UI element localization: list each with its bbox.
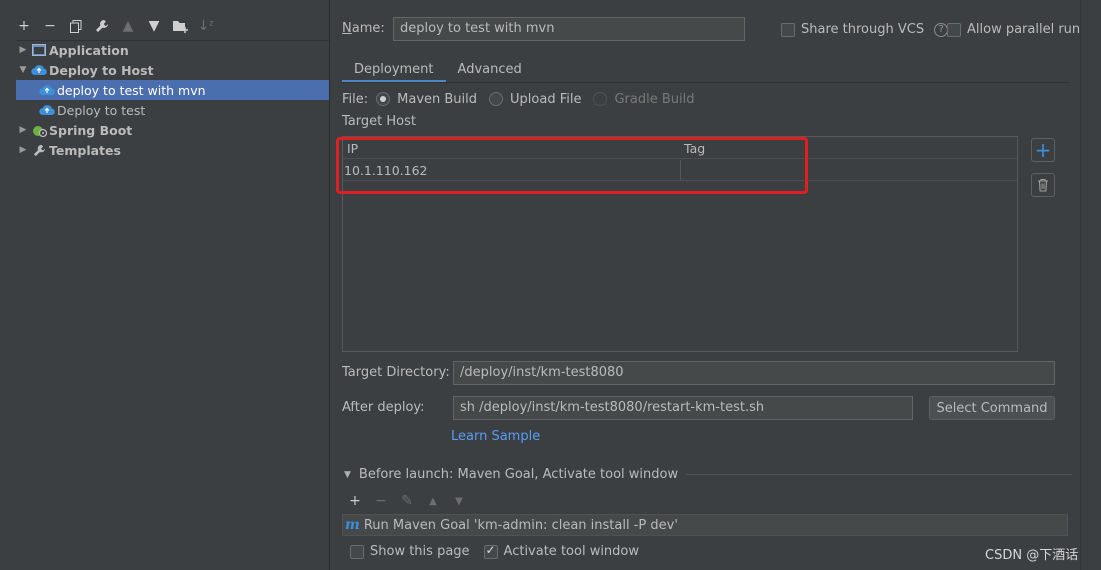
expand-arrow-icon[interactable]: ▶ bbox=[16, 145, 30, 155]
tree-label: Templates bbox=[49, 142, 121, 158]
before-launch-section[interactable]: ▼ Before launch: Maven Goal, Activate to… bbox=[344, 467, 1072, 482]
tree-item-templates[interactable]: ▶ Templates bbox=[16, 140, 329, 160]
remove-host-button[interactable] bbox=[1031, 173, 1055, 197]
file-label: File: bbox=[342, 91, 369, 107]
select-command-button[interactable]: Select Command bbox=[929, 396, 1055, 420]
show-page-label: Show this page bbox=[370, 544, 470, 559]
radio-gradle-build[interactable]: Gradle Build bbox=[593, 92, 694, 107]
before-launch-toolbar: + − ✎ ▲ ▼ bbox=[346, 492, 468, 510]
move-up-icon[interactable]: ▲ bbox=[424, 492, 442, 510]
tree-label: Application bbox=[49, 42, 129, 58]
add-host-button[interactable]: + bbox=[1031, 138, 1055, 162]
before-launch-options: Show this page Activate tool window bbox=[350, 543, 640, 559]
edit-task-icon[interactable]: ✎ bbox=[398, 492, 416, 510]
tree-item-deploy-to-test[interactable]: Deploy to test bbox=[16, 100, 329, 120]
checkbox-box[interactable] bbox=[781, 22, 795, 37]
after-deploy-label: After deploy: bbox=[342, 400, 425, 415]
tree-label: Deploy to Host bbox=[49, 62, 154, 78]
activate-window-label: Activate tool window bbox=[503, 544, 640, 559]
radio-button[interactable] bbox=[376, 92, 391, 106]
move-down-icon[interactable]: ▼ bbox=[144, 16, 164, 36]
expand-arrow-icon[interactable]: ▶ bbox=[16, 125, 30, 135]
tree-item-application[interactable]: ▶ Application bbox=[16, 40, 329, 60]
tabs-divider bbox=[342, 82, 1070, 83]
before-launch-title: Before launch: Maven Goal, Activate tool… bbox=[358, 467, 679, 482]
radio-label: Maven Build bbox=[397, 91, 478, 107]
activate-window-checkbox[interactable] bbox=[483, 543, 498, 559]
config-tabs: Deployment Advanced bbox=[342, 55, 534, 83]
section-divider bbox=[686, 474, 1072, 475]
remove-icon[interactable]: − bbox=[40, 16, 60, 36]
wrench-icon[interactable] bbox=[92, 16, 112, 36]
cloud-upload-icon bbox=[38, 102, 56, 118]
name-input[interactable]: deploy to test with mvn bbox=[393, 17, 745, 41]
cloud-upload-icon bbox=[30, 62, 48, 78]
panel-divider[interactable] bbox=[329, 0, 330, 570]
move-down-icon[interactable]: ▼ bbox=[450, 492, 468, 510]
name-label-rest: ame: bbox=[351, 21, 385, 36]
task-label: Run Maven Goal 'km-admin: clean install … bbox=[363, 517, 678, 533]
tree-label: deploy to test with mvn bbox=[57, 82, 206, 98]
tree-label: Spring Boot bbox=[49, 122, 133, 138]
after-deploy-input[interactable]: sh /deploy/inst/km-test8080/restart-km-t… bbox=[453, 396, 913, 420]
application-icon bbox=[30, 42, 48, 58]
watermark: CSDN @下酒话 bbox=[985, 548, 1079, 563]
target-directory-input[interactable]: /deploy/inst/km-test8080 bbox=[453, 361, 1055, 385]
show-page-checkbox[interactable] bbox=[350, 544, 364, 559]
right-edge bbox=[1080, 0, 1101, 570]
before-launch-task-list[interactable]: m Run Maven Goal 'km-admin: clean instal… bbox=[342, 514, 1068, 536]
name-label: Name: bbox=[342, 21, 385, 36]
radio-upload-file[interactable]: Upload File bbox=[489, 92, 581, 107]
cloud-upload-icon bbox=[38, 82, 56, 98]
help-icon[interactable]: ? bbox=[934, 22, 949, 37]
copy-icon[interactable] bbox=[66, 16, 86, 36]
learn-sample-link[interactable]: Learn Sample bbox=[451, 429, 540, 444]
run-config-tree: ▶ Application ▼ Deploy to Host deploy to… bbox=[16, 40, 329, 570]
move-up-icon[interactable]: ▲ bbox=[118, 16, 138, 36]
radio-button[interactable] bbox=[593, 92, 608, 106]
tree-item-spring-boot[interactable]: ▶ Spring Boot bbox=[16, 120, 329, 140]
collapse-arrow-icon[interactable]: ▼ bbox=[344, 470, 351, 480]
plus-icon: + bbox=[1034, 138, 1052, 162]
file-type-row: File: Maven Build Upload File Gradle Bui… bbox=[342, 90, 706, 108]
radio-label: Gradle Build bbox=[614, 91, 695, 107]
tree-label: Deploy to test bbox=[57, 102, 146, 118]
collapse-arrow-icon[interactable]: ▼ bbox=[16, 65, 30, 75]
add-icon[interactable]: + bbox=[14, 16, 34, 36]
folder-add-icon[interactable] bbox=[170, 16, 190, 36]
tab-deployment[interactable]: Deployment bbox=[342, 55, 446, 83]
expand-arrow-icon[interactable]: ▶ bbox=[16, 45, 30, 55]
tree-toolbar: + − ▲ ▼ ↓ᶻ bbox=[14, 12, 216, 40]
target-directory-label: Target Directory: bbox=[342, 365, 450, 380]
radio-maven-build[interactable]: Maven Build bbox=[376, 92, 477, 107]
radio-label: Upload File bbox=[510, 91, 582, 107]
share-vcs-checkbox[interactable]: Share through VCS ? bbox=[781, 22, 949, 37]
add-task-icon[interactable]: + bbox=[346, 492, 364, 510]
spring-boot-icon bbox=[30, 122, 48, 138]
target-host-label: Target Host bbox=[342, 114, 416, 129]
share-vcs-label: Share through VCS bbox=[801, 22, 925, 37]
radio-button[interactable] bbox=[489, 92, 504, 106]
sort-icon[interactable]: ↓ᶻ bbox=[196, 16, 216, 36]
maven-icon: m bbox=[345, 517, 360, 533]
tree-item-deploy-to-host[interactable]: ▼ Deploy to Host bbox=[16, 60, 329, 80]
allow-parallel-label: Allow parallel run bbox=[967, 22, 1081, 37]
annotation-highlight-box bbox=[336, 137, 808, 194]
checkbox-box[interactable] bbox=[947, 22, 961, 37]
allow-parallel-checkbox[interactable]: Allow parallel run bbox=[947, 22, 1080, 37]
tab-advanced[interactable]: Advanced bbox=[446, 55, 534, 83]
wrench-icon bbox=[30, 142, 48, 158]
trash-icon bbox=[1038, 178, 1048, 192]
tree-item-deploy-to-test-with-mvn[interactable]: deploy to test with mvn bbox=[16, 80, 329, 100]
remove-task-icon[interactable]: − bbox=[372, 492, 390, 510]
